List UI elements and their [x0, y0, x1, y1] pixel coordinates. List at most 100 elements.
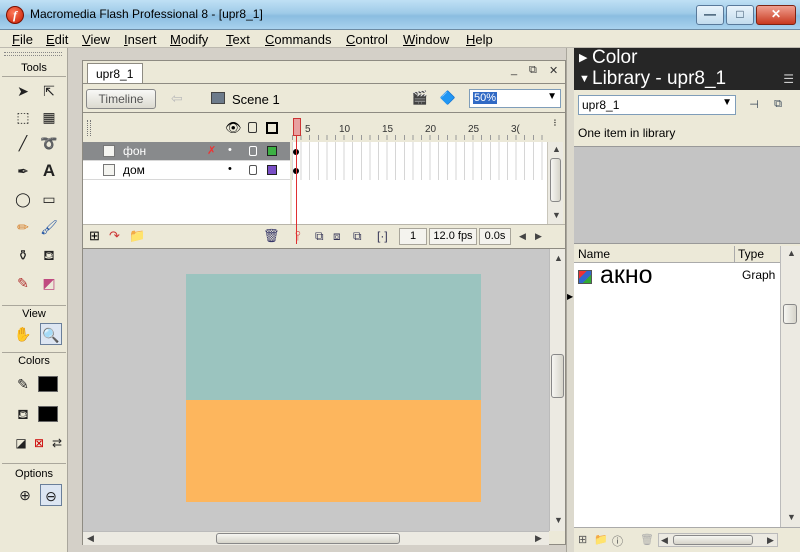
minimize-button[interactable]: —: [696, 5, 724, 25]
rectangle-tool-icon[interactable]: ▭: [38, 188, 60, 210]
timeline-scrollbar[interactable]: ▲ ▼: [547, 142, 563, 224]
gradient-transform-tool-icon[interactable]: ▦: [38, 106, 60, 128]
lock-toggle[interactable]: [249, 146, 257, 156]
frame-view-menu-icon[interactable]: ⁝: [547, 118, 563, 138]
close-button[interactable]: ✕: [756, 5, 796, 25]
scroll-thumb[interactable]: [673, 535, 753, 545]
playhead[interactable]: [293, 118, 301, 244]
menu-help[interactable]: Help: [466, 32, 493, 47]
scroll-down-icon[interactable]: ▼: [554, 515, 563, 525]
scroll-thumb[interactable]: [551, 354, 564, 398]
scroll-left-icon[interactable]: ◀: [519, 231, 526, 242]
ink-bottle-tool-icon[interactable]: ⚱: [12, 244, 34, 266]
new-folder-icon[interactable]: 📁: [594, 533, 608, 546]
new-symbol-icon[interactable]: ⊞: [578, 533, 587, 546]
scroll-thumb[interactable]: [783, 304, 797, 324]
library-vertical-scrollbar[interactable]: ▲ ▼: [780, 246, 800, 527]
panel-collapse-strip[interactable]: ▶: [566, 48, 574, 552]
free-transform-tool-icon[interactable]: ⬚: [12, 106, 34, 128]
collapse-arrow-icon[interactable]: ▶: [567, 292, 573, 301]
onion-skin-icon[interactable]: ⧉: [315, 229, 324, 244]
scroll-right-icon[interactable]: ▶: [535, 231, 542, 242]
playhead-handle[interactable]: [293, 118, 301, 136]
visibility-dot[interactable]: •: [228, 144, 232, 156]
layer-outline-color[interactable]: [267, 165, 277, 175]
menu-file[interactable]: File: [12, 32, 33, 47]
doc-restore-icon[interactable]: ⧉: [529, 64, 537, 77]
menu-control[interactable]: Control: [346, 32, 388, 47]
maximize-button[interactable]: □: [726, 5, 754, 25]
brush-tool-icon[interactable]: 🖌: [38, 216, 60, 238]
layer-row[interactable]: дом •: [83, 161, 290, 180]
tools-grip[interactable]: [4, 52, 62, 56]
lock-toggle[interactable]: [249, 165, 257, 175]
document-tab[interactable]: upr8_1: [87, 63, 143, 83]
type-column-header[interactable]: Type: [738, 247, 764, 261]
scroll-thumb[interactable]: [550, 158, 561, 202]
edit-symbols-icon[interactable]: 🔷: [437, 90, 459, 108]
delete-layer-icon[interactable]: 🗑: [263, 228, 280, 244]
menu-modify[interactable]: Modify: [170, 32, 208, 47]
stage-horizontal-scrollbar[interactable]: ◀ ▶: [83, 531, 549, 545]
menu-view[interactable]: View: [82, 32, 110, 47]
fill-color-swatch[interactable]: [38, 406, 58, 422]
library-horizontal-scrollbar[interactable]: ◀ ▶: [658, 533, 778, 547]
stage-workspace[interactable]: [83, 249, 549, 531]
stage-canvas[interactable]: [186, 274, 481, 502]
swap-colors-icon[interactable]: ⇄: [46, 432, 68, 454]
properties-icon[interactable]: ⓘ: [612, 533, 623, 549]
menu-window[interactable]: Window: [403, 32, 449, 47]
back-arrow-icon[interactable]: ⇦: [171, 90, 183, 107]
ground-fill-shape[interactable]: [186, 400, 481, 502]
layer-row[interactable]: фон ✗ •: [83, 142, 290, 161]
frame-ruler[interactable]: [292, 118, 547, 140]
insert-layer-icon[interactable]: ⊞: [89, 228, 100, 244]
insert-folder-icon[interactable]: 📁: [129, 228, 145, 244]
zoom-select[interactable]: 50% ▼: [469, 89, 561, 108]
panel-options-icon[interactable]: ☰: [783, 69, 794, 89]
add-motion-guide-icon[interactable]: ↷: [109, 228, 120, 244]
color-panel-header[interactable]: ▶ Color: [574, 48, 800, 69]
frame-cells[interactable]: [292, 142, 547, 180]
visibility-dot[interactable]: •: [228, 163, 232, 175]
menu-edit[interactable]: Edit: [46, 32, 68, 47]
frame-grid[interactable]: [292, 142, 547, 224]
scroll-left-icon[interactable]: ◀: [87, 533, 94, 544]
zoom-in-icon[interactable]: ⊕: [14, 484, 36, 506]
library-item[interactable]: акно Graph: [576, 261, 780, 289]
scroll-up-icon[interactable]: ▲: [552, 144, 561, 154]
scroll-right-icon[interactable]: ▶: [535, 533, 542, 544]
stroke-color-swatch[interactable]: [38, 376, 58, 392]
lock-all-icon[interactable]: [248, 122, 257, 133]
show-hide-all-icon[interactable]: 👁: [225, 120, 242, 136]
selection-tool-icon[interactable]: ➤: [12, 80, 34, 102]
scroll-down-icon[interactable]: ▼: [552, 210, 561, 220]
new-library-panel-icon[interactable]: ⧉: [770, 98, 786, 112]
menu-insert[interactable]: Insert: [124, 32, 157, 47]
edit-multiple-frames-icon[interactable]: ⧉: [353, 229, 362, 244]
line-tool-icon[interactable]: ╱: [12, 132, 34, 154]
eyedropper-tool-icon[interactable]: ✎: [12, 272, 34, 294]
subselection-tool-icon[interactable]: ⇱: [38, 80, 60, 102]
zoom-tool-icon[interactable]: 🔍: [40, 323, 62, 345]
library-panel-header[interactable]: ▼ Library - upr8_1 ☰: [574, 69, 800, 90]
onion-skin-outlines-icon[interactable]: ⧈: [333, 229, 341, 244]
scroll-up-icon[interactable]: ▲: [787, 248, 796, 258]
scroll-left-icon[interactable]: ◀: [661, 535, 668, 546]
doc-minimize-icon[interactable]: _: [511, 64, 517, 76]
hand-tool-icon[interactable]: ✋: [12, 323, 34, 345]
doc-close-icon[interactable]: ✕: [549, 64, 558, 77]
eraser-tool-icon[interactable]: ◩: [38, 272, 60, 294]
edit-scene-icon[interactable]: 🎬: [409, 90, 431, 108]
library-document-select[interactable]: upr8_1 ▼: [578, 95, 736, 115]
paint-bucket-tool-icon[interactable]: ⛾: [38, 244, 60, 266]
timeline-grip[interactable]: [87, 120, 91, 136]
zoom-out-icon[interactable]: ⊖: [40, 484, 62, 506]
oval-tool-icon[interactable]: ◯: [12, 188, 34, 210]
menu-commands[interactable]: Commands: [265, 32, 331, 47]
lasso-tool-icon[interactable]: ➰: [38, 132, 60, 154]
layer-outline-color[interactable]: [267, 146, 277, 156]
pencil-tool-icon[interactable]: ✏: [12, 216, 34, 238]
stage-vertical-scrollbar[interactable]: ▲ ▼: [549, 249, 565, 531]
scene-label[interactable]: Scene 1: [232, 92, 280, 107]
